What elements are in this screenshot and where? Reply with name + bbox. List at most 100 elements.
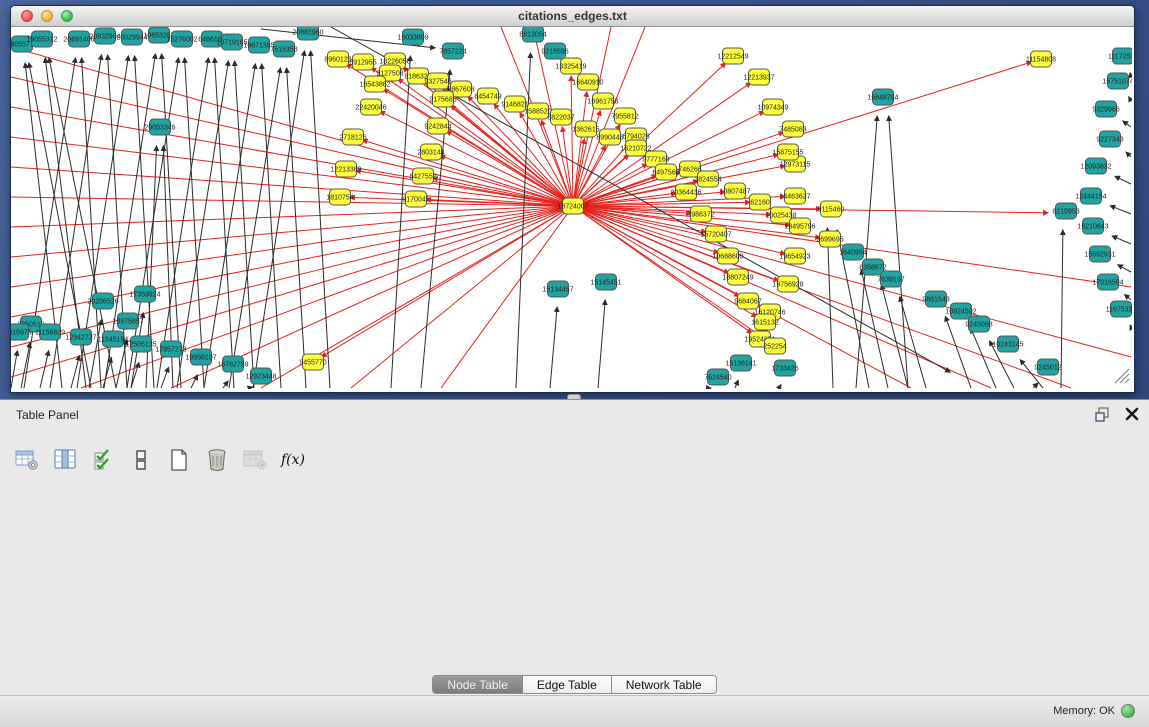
- network-node[interactable]: 252254: [763, 338, 786, 354]
- network-node[interactable]: 8813054: [519, 27, 546, 42]
- network-node[interactable]: 8990448: [596, 129, 623, 145]
- network-node[interactable]: 16640910: [572, 74, 603, 90]
- network-edge: [1126, 152, 1131, 157]
- network-node[interactable]: 16033809: [397, 29, 428, 45]
- network-view[interactable]: 1872400789601238912955182260589127508818…: [11, 27, 1134, 392]
- network-node[interactable]: 20206526: [87, 293, 118, 309]
- new-table-button[interactable]: [166, 447, 192, 473]
- network-node[interactable]: 9245068: [965, 316, 992, 332]
- function-builder-button[interactable]: f(x): [280, 447, 306, 473]
- network-node[interactable]: 15134457: [542, 281, 573, 297]
- network-node[interactable]: 1640954: [839, 244, 866, 260]
- network-node[interactable]: 7955812: [611, 108, 638, 124]
- network-canvas[interactable]: 1872400789601238912955182260589127508818…: [11, 27, 1132, 389]
- network-node[interactable]: 12213937: [743, 69, 774, 85]
- network-node-label: 15751074: [1102, 79, 1132, 86]
- network-node[interactable]: 8912955: [349, 54, 376, 70]
- network-node[interactable]: 9684067: [734, 293, 761, 309]
- network-node[interactable]: 3915975: [11, 324, 32, 340]
- network-node-label: 15692931: [1084, 252, 1115, 259]
- tab-edge-table[interactable]: Edge Table: [523, 676, 612, 693]
- network-node[interactable]: 3824554: [694, 171, 721, 187]
- network-node[interactable]: 8454749: [474, 88, 501, 104]
- network-node[interactable]: 2803144: [417, 144, 444, 160]
- network-node[interactable]: 9329966: [1092, 101, 1119, 117]
- network-edge: [571, 76, 573, 206]
- network-node[interactable]: 9170041: [402, 191, 429, 207]
- network-node[interactable]: 19756928: [772, 276, 803, 292]
- table-settings-button[interactable]: [14, 447, 40, 473]
- network-node-label: 12212549: [717, 54, 748, 61]
- network-node[interactable]: 9115460: [818, 201, 845, 217]
- delete-rows-button[interactable]: [204, 447, 230, 473]
- network-node-label: 9455770: [299, 360, 326, 367]
- network-node[interactable]: 12942737: [65, 329, 96, 345]
- row-height-button[interactable]: [128, 447, 154, 473]
- network-node[interactable]: 19654923: [779, 248, 810, 264]
- network-node[interactable]: 1615132: [751, 314, 778, 330]
- network-node[interactable]: 7857224: [439, 43, 466, 59]
- network-node[interactable]: 12213389: [330, 161, 361, 177]
- network-node[interactable]: 20881960: [292, 27, 323, 40]
- close-panel-icon[interactable]: [1125, 407, 1139, 421]
- network-node[interactable]: 62160: [750, 194, 771, 210]
- network-node[interactable]: 8822037: [547, 109, 574, 125]
- network-node[interactable]: 16782759: [217, 356, 248, 372]
- network-node[interactable]: 2718126: [339, 129, 366, 145]
- network-node[interactable]: 16961758: [587, 93, 618, 109]
- network-node[interactable]: 9455770: [299, 354, 326, 370]
- network-node[interactable]: 7515358: [270, 41, 297, 57]
- window-titlebar[interactable]: citations_edges.txt: [11, 6, 1134, 27]
- network-node[interactable]: 8960123: [324, 51, 351, 67]
- network-node[interactable]: 20053346: [144, 119, 175, 135]
- window-resize-grip[interactable]: [1115, 369, 1129, 383]
- network-node[interactable]: 1810754: [326, 189, 353, 205]
- network-node[interactable]: 10807487: [719, 183, 750, 199]
- network-node[interactable]: 8427552: [409, 168, 436, 184]
- network-node[interactable]: 13325419: [555, 58, 586, 74]
- tab-node-table[interactable]: Node Table: [433, 676, 523, 693]
- network-node[interactable]: 15692931: [1084, 246, 1115, 262]
- network-node[interactable]: 7485083: [779, 121, 806, 137]
- network-node[interactable]: 15136141: [725, 355, 756, 371]
- network-edge: [573, 206, 785, 254]
- network-node[interactable]: 9245012: [1034, 359, 1061, 375]
- network-node[interactable]: 11172533: [1108, 48, 1132, 64]
- memory-ok-indicator-icon[interactable]: [1121, 704, 1135, 718]
- network-node[interactable]: 11156829: [35, 324, 65, 340]
- network-node[interactable]: 8215953: [1052, 203, 1079, 219]
- network-node[interactable]: 12212549: [717, 48, 748, 64]
- column-visibility-button[interactable]: [52, 447, 78, 473]
- network-node[interactable]: 12444154: [1075, 188, 1106, 204]
- network-node[interactable]: 6497568: [652, 164, 679, 180]
- network-node-label: 16210643: [1077, 224, 1108, 231]
- network-node[interactable]: 12093832: [1080, 158, 1111, 174]
- float-panel-icon[interactable]: [1095, 406, 1111, 422]
- select-rows-button[interactable]: [90, 447, 116, 473]
- network-node[interactable]: 9861543: [922, 291, 949, 307]
- network-node[interactable]: 9175685: [429, 91, 456, 107]
- network-node[interactable]: 9227343: [1096, 131, 1123, 147]
- network-node-label: 2718126: [339, 135, 366, 142]
- network-node[interactable]: 15145451: [590, 274, 621, 290]
- network-node[interactable]: 16210643: [1077, 218, 1108, 234]
- network-node[interactable]: 9699695: [816, 231, 843, 247]
- network-node[interactable]: 7624540: [704, 369, 731, 385]
- network-node-label: 12923448: [245, 374, 276, 381]
- network-node[interactable]: 11154808: [1026, 51, 1056, 67]
- network-node[interactable]: 9218596: [541, 43, 568, 59]
- network-node[interactable]: 16648784: [867, 89, 898, 105]
- network-node[interactable]: 7986372: [687, 206, 714, 222]
- network-node[interactable]: 7639197: [877, 271, 904, 287]
- network-node[interactable]: 9242844: [424, 118, 451, 134]
- network-node-label: 9242844: [424, 124, 451, 131]
- network-node[interactable]: 11675333: [1106, 301, 1132, 317]
- network-node[interactable]: 1733426: [771, 360, 798, 376]
- network-node[interactable]: 19958107: [185, 349, 216, 365]
- network-node[interactable]: 14463627: [779, 188, 810, 204]
- network-node[interactable]: 15751074: [1102, 73, 1132, 89]
- network-node[interactable]: 17016504: [1092, 274, 1123, 290]
- tab-network-table[interactable]: Network Table: [612, 676, 716, 693]
- network-node[interactable]: 10243145: [992, 336, 1023, 352]
- delete-table-button[interactable]: [242, 447, 268, 473]
